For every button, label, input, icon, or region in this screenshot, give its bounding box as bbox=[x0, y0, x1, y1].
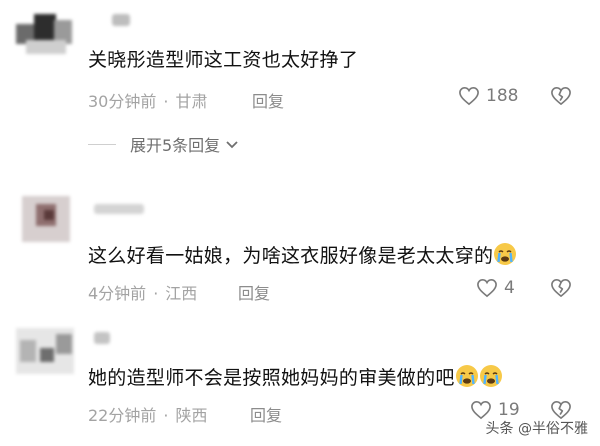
comment-location: 江西 bbox=[165, 284, 198, 303]
crying-face-icon bbox=[455, 364, 479, 394]
meta-separator: · bbox=[163, 92, 169, 111]
expand-replies-button[interactable]: 展开5条回复 bbox=[88, 132, 240, 156]
username[interactable] bbox=[112, 14, 130, 26]
comment-time: 4分钟前 bbox=[88, 284, 147, 303]
expand-replies-label: 展开5条回复 bbox=[130, 136, 221, 155]
avatar[interactable] bbox=[16, 328, 74, 374]
like-count: 188 bbox=[486, 86, 519, 106]
avatar[interactable] bbox=[16, 10, 74, 56]
avatar[interactable] bbox=[16, 196, 74, 242]
comment-time: 22分钟前 bbox=[88, 406, 157, 425]
comment-text-content: 这么好看一姑娘，为啥这衣服好像是老太太穿的 bbox=[88, 245, 494, 267]
heart-icon bbox=[459, 86, 479, 106]
reply-button[interactable]: 回复 bbox=[250, 402, 282, 426]
meta-separator: · bbox=[163, 406, 169, 425]
chevron-down-icon bbox=[226, 141, 238, 149]
comment-meta: 30分钟前 · 甘肃 bbox=[88, 88, 207, 112]
broken-heart-icon bbox=[551, 401, 571, 419]
crying-face-icon bbox=[479, 364, 503, 394]
dislike-button[interactable] bbox=[550, 86, 572, 110]
heart-icon bbox=[471, 400, 491, 420]
reply-button[interactable]: 回复 bbox=[252, 88, 284, 112]
comment-time: 30分钟前 bbox=[88, 92, 157, 111]
meta-separator: · bbox=[153, 284, 159, 303]
watermark: 头条 @半俗不雅 bbox=[486, 418, 588, 438]
divider-line bbox=[88, 143, 116, 145]
broken-heart-icon bbox=[551, 279, 571, 297]
like-count: 4 bbox=[504, 278, 515, 298]
username[interactable] bbox=[94, 332, 110, 344]
comment-meta: 4分钟前 · 江西 bbox=[88, 280, 197, 304]
dislike-button[interactable] bbox=[550, 278, 572, 302]
comment-location: 陕西 bbox=[175, 406, 208, 425]
broken-heart-icon bbox=[551, 87, 571, 105]
comment-meta: 22分钟前 · 陕西 bbox=[88, 402, 207, 426]
comment-text-content: 她的造型师不会是按照她妈妈的审美做的吧 bbox=[88, 367, 455, 389]
like-button[interactable]: 4 bbox=[476, 278, 515, 298]
crying-face-icon bbox=[493, 242, 517, 272]
like-count: 19 bbox=[498, 400, 520, 420]
reply-button[interactable]: 回复 bbox=[238, 280, 270, 304]
comment-location: 甘肃 bbox=[175, 92, 208, 111]
like-button[interactable]: 19 bbox=[470, 400, 520, 420]
comment-text: 她的造型师不会是按照她妈妈的审美做的吧 bbox=[88, 364, 503, 394]
comment-text: 关晓彤造型师这工资也太好挣了 bbox=[88, 49, 359, 71]
heart-icon bbox=[477, 278, 497, 298]
comment-text: 这么好看一姑娘，为啥这衣服好像是老太太穿的 bbox=[88, 242, 517, 272]
like-button[interactable]: 188 bbox=[458, 86, 518, 106]
username[interactable] bbox=[94, 204, 144, 214]
watermark-text: 头条 @半俗不雅 bbox=[485, 421, 588, 437]
